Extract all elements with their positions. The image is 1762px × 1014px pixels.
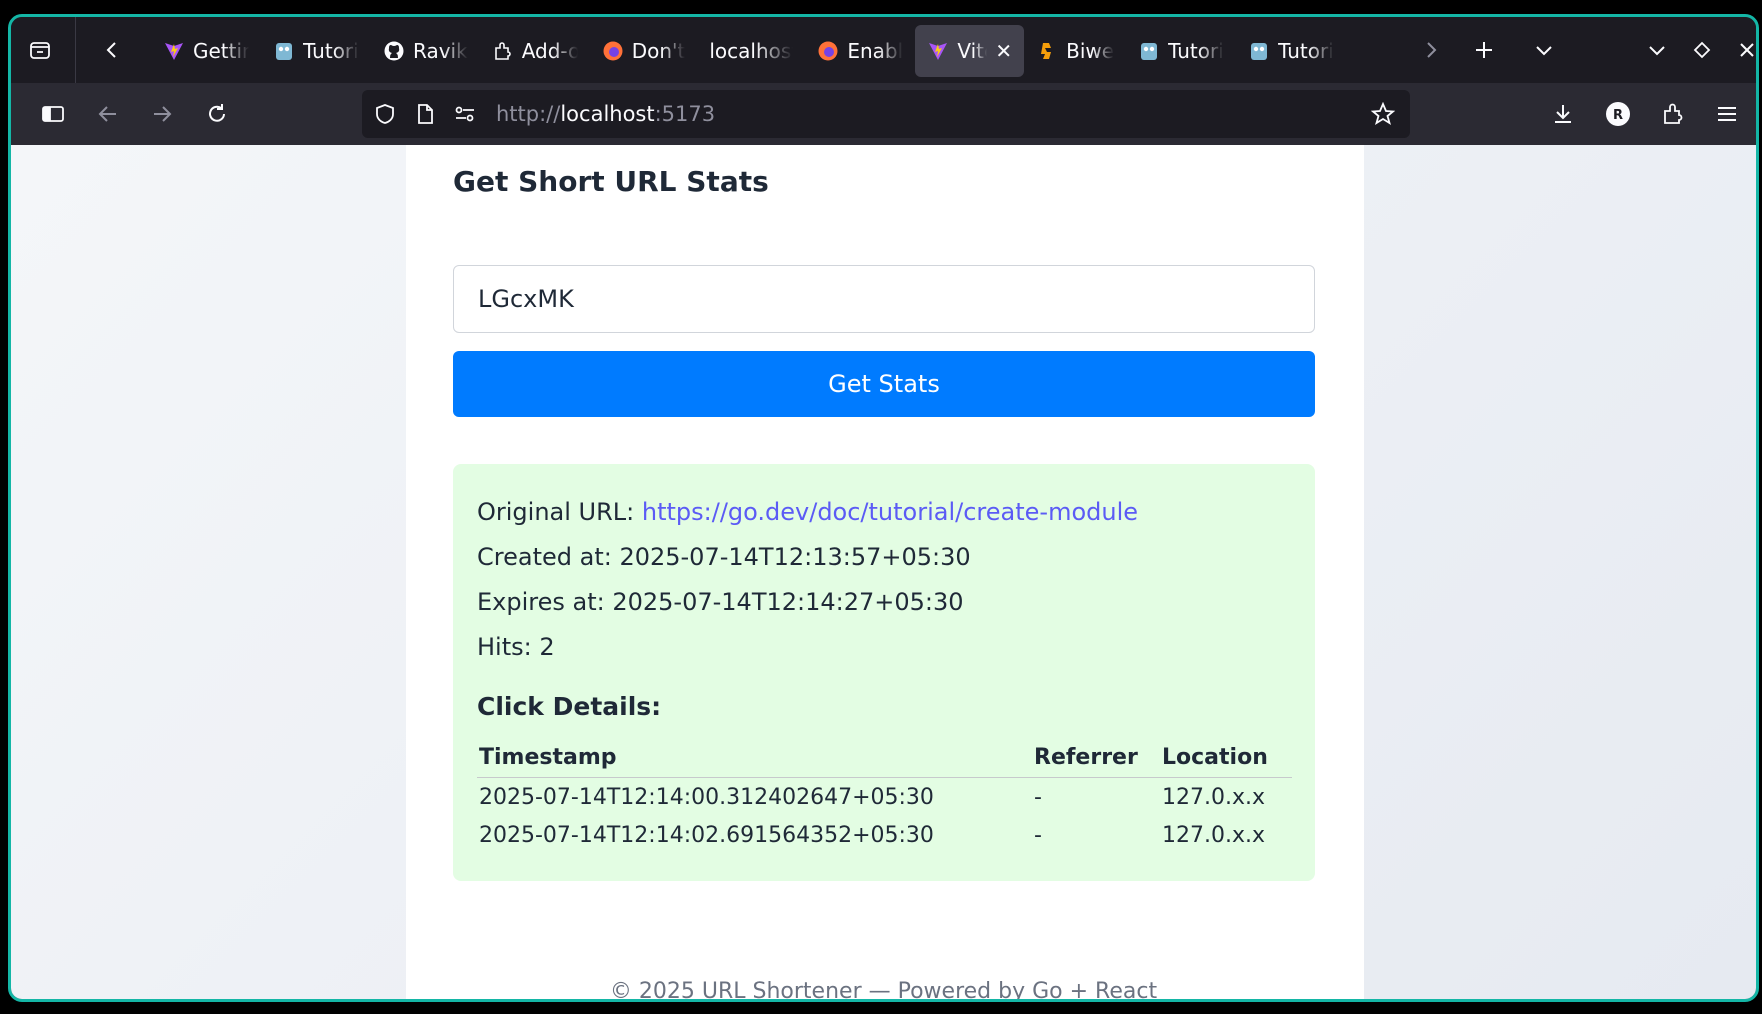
tab-tutorial-3[interactable]: Tutorial bbox=[1236, 25, 1346, 77]
tab-label: Getting bbox=[193, 39, 249, 63]
hits-count: Hits: 2 bbox=[477, 633, 555, 661]
biwe-icon bbox=[1036, 40, 1058, 62]
page-info-icon[interactable] bbox=[408, 97, 442, 131]
stats-card: Get Short URL Stats Get Stats Original U… bbox=[406, 145, 1364, 999]
table-row: 2025-07-14T12:14:00.312402647+05:30 - 12… bbox=[477, 777, 1292, 815]
restore-window-icon[interactable] bbox=[1685, 33, 1719, 67]
column-header-referrer: Referrer bbox=[1032, 737, 1160, 778]
tab-vite-active[interactable]: Vite ✕ bbox=[915, 25, 1025, 77]
gopher-icon bbox=[273, 40, 295, 62]
url-text[interactable]: http://localhost:5173 bbox=[496, 102, 715, 126]
chevron-down-icon[interactable] bbox=[1640, 33, 1674, 67]
original-url-label: Original URL: bbox=[477, 498, 642, 526]
new-tab-icon[interactable] bbox=[1467, 33, 1501, 67]
column-header-timestamp: Timestamp bbox=[477, 737, 1032, 778]
tab-label: Add-ons bbox=[521, 39, 578, 63]
tab-strip: Getting Tutorial Ravik Add-ons Don't loc… bbox=[11, 17, 1756, 83]
timestamp-cell: 2025-07-14T12:14:00.312402647+05:30 bbox=[479, 784, 934, 810]
column-header-location: Location bbox=[1160, 737, 1292, 778]
click-details-title: Click Details: bbox=[477, 692, 662, 721]
avatar-initial: R bbox=[1613, 108, 1623, 123]
tab-dont[interactable]: Don't bbox=[590, 25, 698, 77]
tab-label: Biwe bbox=[1066, 39, 1115, 63]
tab-add-ons[interactable]: Add-ons bbox=[480, 25, 590, 77]
address-bar[interactable]: http://localhost:5173 bbox=[362, 90, 1410, 138]
firefox-icon bbox=[602, 40, 624, 62]
downloads-icon[interactable] bbox=[1546, 97, 1580, 131]
original-url-line: Original URL: https://go.dev/doc/tutoria… bbox=[477, 490, 1291, 535]
vite-icon bbox=[163, 40, 185, 62]
reload-icon[interactable] bbox=[200, 97, 234, 131]
scroll-tabs-left-icon[interactable] bbox=[95, 33, 129, 67]
url-host: localhost bbox=[560, 102, 655, 126]
tab-label: Tutorial bbox=[1278, 39, 1334, 63]
page-title: Get Short URL Stats bbox=[453, 165, 769, 198]
referrer-cell: - bbox=[1034, 784, 1042, 810]
tracking-protection-shield-icon[interactable] bbox=[368, 97, 402, 131]
close-tab-icon[interactable]: ✕ bbox=[995, 39, 1012, 63]
tab-label: Tutorial bbox=[1168, 39, 1224, 63]
page-content: Get Short URL Stats Get Stats Original U… bbox=[11, 145, 1756, 1002]
click-details-table: Timestamp Referrer Location 2025-07-14T1… bbox=[477, 737, 1292, 853]
tab-label: Tutorial bbox=[303, 39, 359, 63]
short-code-input[interactable] bbox=[453, 265, 1315, 333]
tab-getting[interactable]: Getting bbox=[151, 25, 261, 77]
scroll-tabs-right-icon[interactable] bbox=[1414, 33, 1448, 67]
tabstrip-divider bbox=[75, 17, 76, 83]
github-icon bbox=[383, 40, 405, 62]
table-header-row: Timestamp Referrer Location bbox=[477, 737, 1292, 778]
page-footer: © 2025 URL Shortener — Powered by Go + R… bbox=[609, 979, 1158, 1002]
tab-biwe[interactable]: Biwe bbox=[1024, 25, 1126, 77]
puzzle-icon bbox=[492, 40, 514, 62]
stats-panel: Original URL: https://go.dev/doc/tutoria… bbox=[453, 464, 1315, 881]
firefox-view-icon[interactable] bbox=[23, 33, 57, 67]
back-arrow-icon[interactable] bbox=[91, 97, 125, 131]
account-avatar-icon[interactable]: R bbox=[1601, 97, 1635, 131]
navigation-toolbar: http://localhost:5173 R bbox=[11, 83, 1756, 145]
original-url-link[interactable]: https://go.dev/doc/tutorial/create-modul… bbox=[642, 498, 1138, 526]
expires-at: Expires at: 2025-07-14T12:14:27+05:30 bbox=[477, 588, 964, 616]
firefox-icon bbox=[817, 40, 839, 62]
tab-label: localhost bbox=[709, 39, 794, 63]
tab-label: Don't bbox=[631, 39, 686, 63]
tab-localhost[interactable]: localhost bbox=[697, 25, 805, 77]
timestamp-cell: 2025-07-14T12:14:02.691564352+05:30 bbox=[479, 822, 934, 848]
tab-tutorial-2[interactable]: Tutorial bbox=[1126, 25, 1236, 77]
url-scheme: http:// bbox=[496, 102, 561, 126]
permissions-icon[interactable] bbox=[448, 97, 482, 131]
gopher-icon bbox=[1138, 40, 1160, 62]
location-cell: 127.0.x.x bbox=[1162, 784, 1266, 810]
tab-ravik[interactable]: Ravik bbox=[371, 25, 480, 77]
list-all-tabs-icon[interactable] bbox=[1527, 33, 1561, 67]
vite-icon bbox=[927, 40, 949, 62]
bookmark-star-icon[interactable] bbox=[1366, 97, 1400, 131]
extensions-icon[interactable] bbox=[1656, 97, 1690, 131]
tab-enable[interactable]: Enable bbox=[805, 25, 915, 77]
browser-window: Getting Tutorial Ravik Add-ons Don't loc… bbox=[8, 14, 1759, 1002]
tab-label: Ravik bbox=[413, 39, 468, 63]
gopher-icon bbox=[1248, 40, 1270, 62]
created-at: Created at: 2025-07-14T12:13:57+05:30 bbox=[477, 543, 971, 571]
tab-label: Enable bbox=[847, 39, 904, 63]
referrer-cell: - bbox=[1034, 822, 1042, 848]
forward-arrow-icon[interactable] bbox=[145, 97, 179, 131]
tab-list: Getting Tutorial Ravik Add-ons Don't loc… bbox=[151, 25, 1346, 77]
hamburger-menu-icon[interactable] bbox=[1710, 97, 1744, 131]
tab-tutorial[interactable]: Tutorial bbox=[261, 25, 371, 77]
tab-label: Vite bbox=[957, 39, 987, 63]
close-window-icon[interactable] bbox=[1730, 33, 1756, 67]
table-row: 2025-07-14T12:14:02.691564352+05:30 - 12… bbox=[477, 815, 1292, 853]
url-port: :5173 bbox=[654, 102, 716, 126]
location-cell: 127.0.x.x bbox=[1162, 822, 1266, 848]
get-stats-button[interactable]: Get Stats bbox=[453, 351, 1315, 417]
sidebar-icon[interactable] bbox=[36, 97, 70, 131]
